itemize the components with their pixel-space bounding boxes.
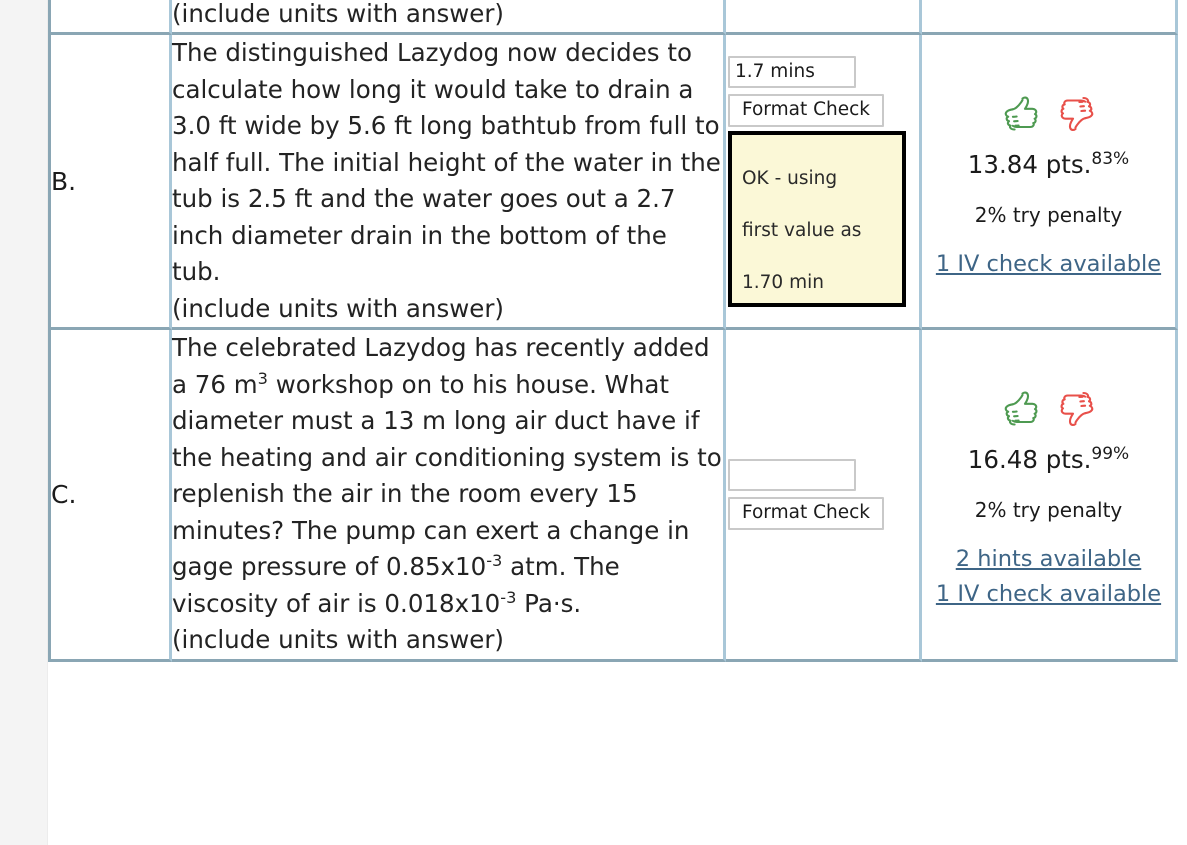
thumbs-down-icon[interactable] xyxy=(1056,389,1098,429)
format-check-message-b: OK - using first value as 1.70 min xyxy=(728,130,906,307)
answer-cell-b: Format Check OK - using first value as 1… xyxy=(726,35,922,330)
format-check-button-b[interactable]: Format Check xyxy=(728,93,884,127)
feedback-thumbs-b xyxy=(922,94,1175,134)
points-line-c: 16.48 pts.99% xyxy=(922,445,1175,474)
problem-text-c-part4: Pa·s. xyxy=(516,588,582,618)
problem-label-cell-c: C. xyxy=(48,330,172,662)
thumbs-up-icon[interactable] xyxy=(1000,94,1042,134)
answer-cell-c: Format Check xyxy=(726,330,922,662)
try-penalty-c: 2% try penalty xyxy=(974,498,1123,523)
answer-input-c[interactable] xyxy=(728,458,856,491)
score-cell-c: 16.48 pts.99% 2% try penalty 2 hints ava… xyxy=(922,330,1178,662)
table-row: (include units with answer) xyxy=(48,0,1178,35)
iv-check-link-b[interactable]: 1 IV check available xyxy=(922,249,1175,279)
points-value-c: 16.48 pts. xyxy=(967,445,1092,475)
feedback-thumbs-c xyxy=(922,389,1175,429)
exponent-1: 3 xyxy=(257,368,268,388)
exponent-2: -3 xyxy=(486,550,503,570)
format-check-button-c[interactable]: Format Check xyxy=(728,496,884,530)
percent-value-b: 83% xyxy=(1091,148,1130,169)
problem-text-c: The celebrated Lazydog has recently adde… xyxy=(172,330,723,622)
score-links-b: 1 IV check available xyxy=(922,249,1175,279)
problem-label-b: B. xyxy=(51,166,77,196)
problem-label-cell xyxy=(48,0,172,35)
table-row: B. The distinguished Lazydog now decides… xyxy=(48,35,1178,330)
problem-text-b: The distinguished Lazydog now decides to… xyxy=(172,38,721,286)
answer-input-b[interactable] xyxy=(728,55,856,88)
problem-text-c-part2: workshop on to his house. What diameter … xyxy=(172,369,722,582)
iv-check-link-c[interactable]: 1 IV check available xyxy=(922,579,1175,609)
format-msg-line-1: OK - using xyxy=(742,167,838,189)
homework-page: (include units with answer) B. The disti… xyxy=(0,0,1187,845)
table-row: C. The celebrated Lazydog has recently a… xyxy=(48,330,1178,662)
score-links-c: 2 hints available 1 IV check available xyxy=(922,544,1175,609)
score-cell xyxy=(922,0,1178,35)
problem-label-cell-b: B. xyxy=(48,35,172,330)
points-line-b: 13.84 pts.83% xyxy=(922,150,1175,179)
left-gutter xyxy=(0,0,48,845)
problem-body-cell-c: The celebrated Lazydog has recently adde… xyxy=(172,330,726,662)
points-value-b: 13.84 pts. xyxy=(967,149,1092,179)
thumbs-up-icon[interactable] xyxy=(1000,389,1042,429)
hints-link-c[interactable]: 2 hints available xyxy=(922,544,1175,574)
problem-note: (include units with answer) xyxy=(172,0,504,28)
problem-table: (include units with answer) B. The disti… xyxy=(48,0,1178,662)
problem-body-cell-b: The distinguished Lazydog now decides to… xyxy=(172,35,726,330)
thumbs-down-icon[interactable] xyxy=(1056,94,1098,134)
format-msg-line-2: first value as xyxy=(742,219,862,241)
problem-note-c: (include units with answer) xyxy=(172,625,504,654)
format-msg-line-3: 1.70 min xyxy=(742,271,824,293)
exponent-3: -3 xyxy=(500,587,517,607)
score-cell-b: 13.84 pts.83% 2% try penalty 1 IV check … xyxy=(922,35,1178,330)
try-penalty-b: 2% try penalty xyxy=(974,202,1123,227)
problem-label-c: C. xyxy=(51,479,77,509)
percent-value-c: 99% xyxy=(1091,444,1130,465)
answer-cell xyxy=(726,0,922,35)
problem-body-cell: (include units with answer) xyxy=(172,0,726,35)
problem-note-b: (include units with answer) xyxy=(172,293,504,323)
